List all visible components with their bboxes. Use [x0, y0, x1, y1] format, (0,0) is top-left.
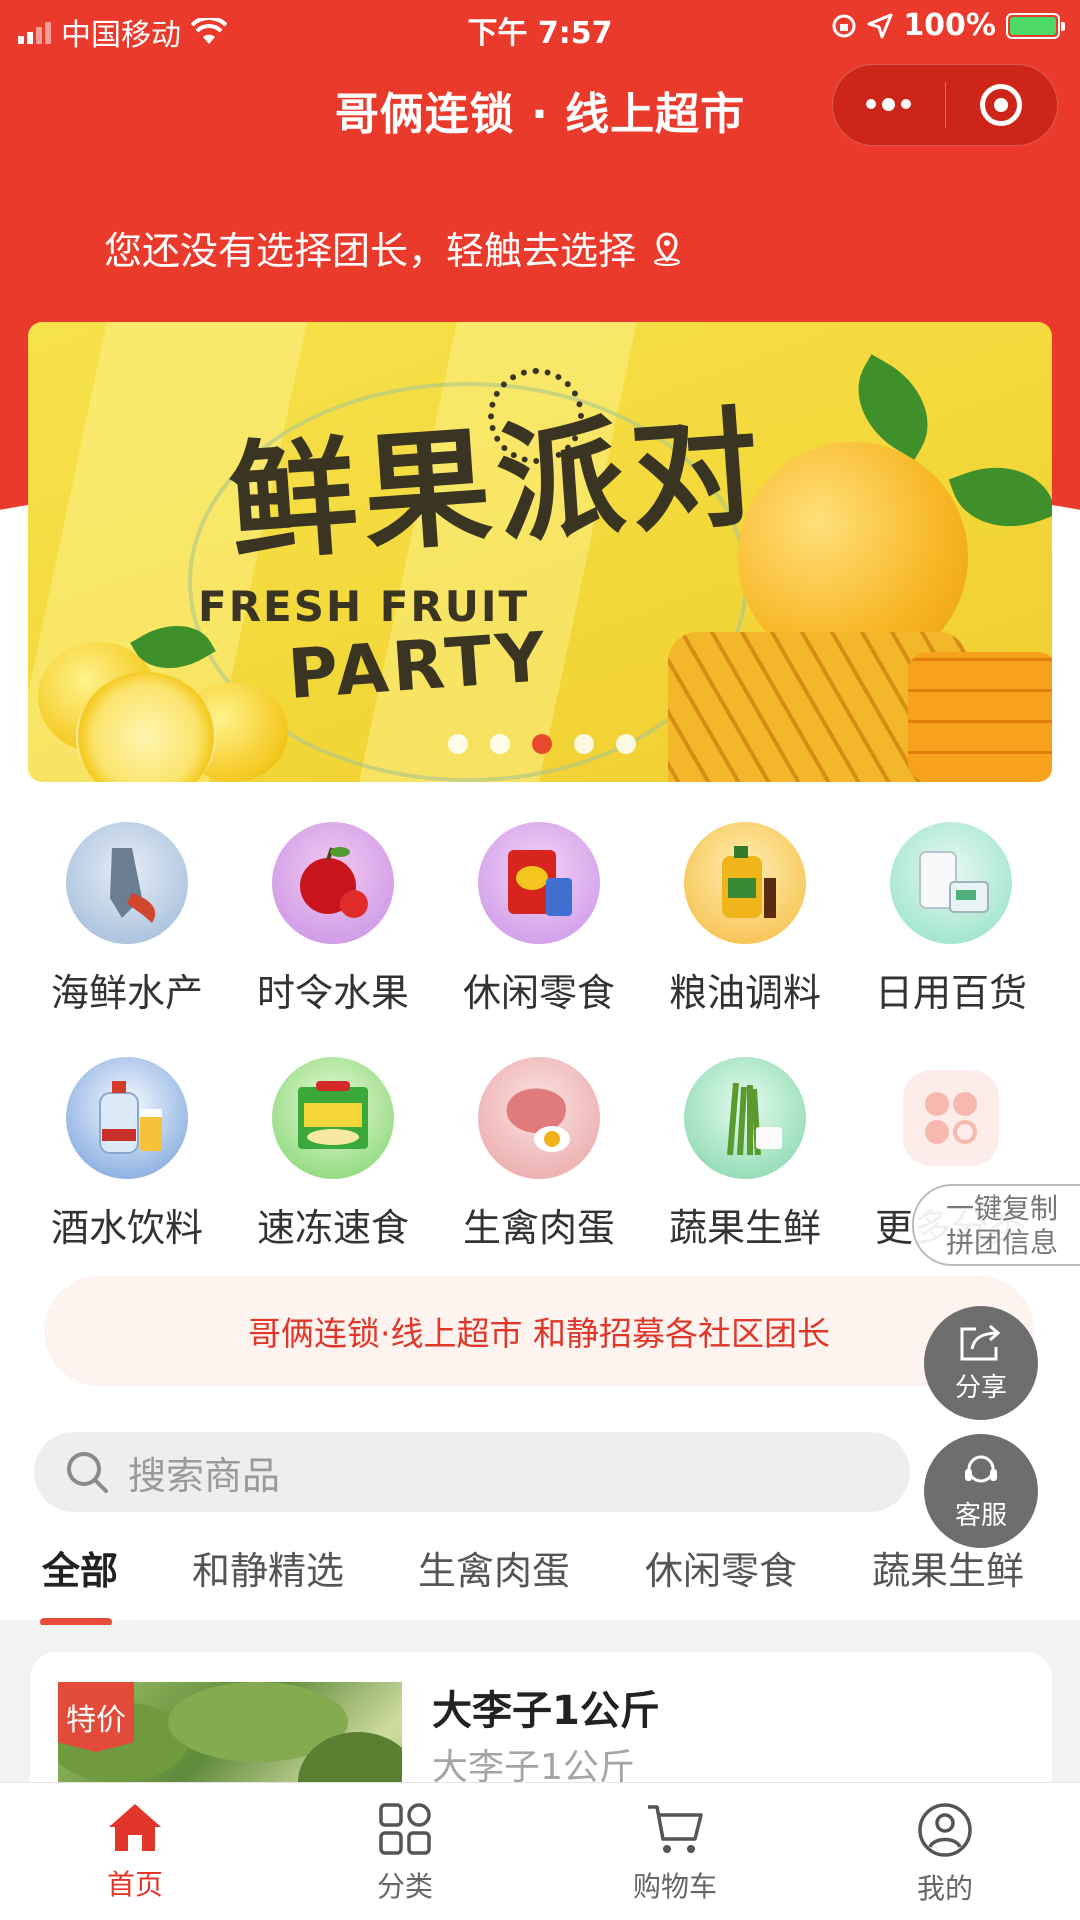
- tab-meat-egg[interactable]: 生禽肉蛋: [418, 1540, 570, 1595]
- daily-goods-icon: [890, 822, 1012, 944]
- vegetable-icon: [684, 1057, 806, 1179]
- category-label: 休闲零食: [462, 971, 615, 1015]
- headset-icon: [965, 1455, 997, 1482]
- customer-service-button[interactable]: 客服: [924, 1434, 1038, 1548]
- category-item-seafood[interactable]: 海鲜水产: [24, 822, 230, 1017]
- target-icon: [980, 84, 1023, 126]
- more-button[interactable]: [833, 64, 945, 146]
- category-item-frozen[interactable]: 速冻速食: [230, 1057, 436, 1252]
- frozen-food-icon: [272, 1057, 394, 1179]
- battery-icon: [1006, 12, 1065, 39]
- status-right: 100%: [831, 8, 1065, 43]
- indicator-dot-active[interactable]: [532, 734, 552, 754]
- banner-title: 鲜果派对: [224, 392, 770, 580]
- fruit-icon: [272, 822, 394, 944]
- tab-vegetables[interactable]: 蔬果生鲜: [872, 1540, 1024, 1595]
- tab-all[interactable]: 全部: [42, 1540, 118, 1595]
- mango-image: [908, 652, 1052, 782]
- category-tabs: 全部 和静精选 生禽肉蛋 休闲零食 蔬果生鲜: [0, 1540, 1080, 1630]
- copy-pill-line1: 一键复制: [946, 1192, 1059, 1225]
- nav-home-label: 首页: [106, 1868, 163, 1901]
- special-price-tag: 特价: [58, 1682, 134, 1752]
- grid-icon: [379, 1803, 431, 1855]
- category-label: 酒水饮料: [50, 1206, 203, 1250]
- nav-profile-label: 我的: [916, 1872, 973, 1905]
- nav-category-label: 分类: [376, 1870, 433, 1903]
- category-label: 生禽肉蛋: [462, 1206, 615, 1250]
- status-bar: 中国移动 下午 7:57 100%: [0, 0, 1080, 56]
- promo-banner[interactable]: 鲜果派对 FRESH FRUIT PARTY: [28, 322, 1052, 782]
- battery-percent: 100%: [903, 8, 996, 43]
- product-title: 大李子1公斤: [432, 1688, 660, 1734]
- rotation-lock-icon: [832, 14, 856, 37]
- indicator-dot[interactable]: [490, 734, 510, 754]
- category-item-drinks[interactable]: 酒水饮料: [24, 1057, 230, 1252]
- nav-cart[interactable]: 购物车: [540, 1783, 810, 1920]
- share-icon: [960, 1324, 1001, 1360]
- search-input[interactable]: 搜索商品: [34, 1432, 910, 1512]
- drinks-icon: [66, 1057, 188, 1179]
- category-item-vegetables[interactable]: 蔬果生鲜: [642, 1057, 848, 1252]
- category-item-meat-egg[interactable]: 生禽肉蛋: [436, 1057, 642, 1252]
- indicator-dot[interactable]: [448, 734, 468, 754]
- oil-icon: [684, 822, 806, 944]
- banner-indicator: [448, 734, 636, 754]
- category-item-snacks[interactable]: 休闲零食: [436, 822, 642, 1017]
- search-icon: [67, 1452, 108, 1493]
- user-icon: [918, 1803, 972, 1857]
- select-leader-link[interactable]: 您还没有选择团长，轻触去选择: [104, 220, 684, 275]
- recruit-notice-text: 哥俩连锁·线上超市 和静招募各社区团长: [248, 1314, 830, 1353]
- tab-selection[interactable]: 和静精选: [192, 1540, 344, 1595]
- nav-cart-label: 购物车: [632, 1870, 717, 1903]
- nav-profile[interactable]: 我的: [810, 1783, 1080, 1920]
- bottom-navigation: 首页 分类 购物车 我的: [0, 1782, 1080, 1920]
- category-label: 时令水果: [256, 971, 409, 1015]
- snack-icon: [478, 822, 600, 944]
- location-arrow-icon: [867, 13, 893, 38]
- copy-pill-line2: 拼团信息: [946, 1226, 1059, 1259]
- indicator-dot[interactable]: [574, 734, 594, 754]
- service-label: 客服: [954, 1500, 1007, 1531]
- location-pin-icon: [654, 232, 681, 266]
- nav-category[interactable]: 分类: [270, 1783, 540, 1920]
- category-item-daily-goods[interactable]: 日用百货: [848, 822, 1054, 1017]
- category-label: 速冻速食: [256, 1206, 409, 1250]
- select-leader-text: 您还没有选择团长，轻触去选择: [104, 229, 637, 273]
- meat-egg-icon: [478, 1057, 600, 1179]
- nav-home[interactable]: 首页: [0, 1783, 270, 1920]
- app-screen: 中国移动 下午 7:57 100% 哥俩连锁 · 线上超市 您还没有选择团长，轻…: [0, 0, 1080, 1920]
- share-button[interactable]: 分享: [924, 1306, 1038, 1420]
- category-item-fruit[interactable]: 时令水果: [230, 822, 436, 1017]
- mini-program-capsule: [832, 64, 1058, 146]
- category-label: 日用百货: [874, 971, 1027, 1015]
- indicator-dot[interactable]: [616, 734, 636, 754]
- category-label: 海鲜水产: [50, 971, 203, 1015]
- search-placeholder: 搜索商品: [128, 1453, 281, 1498]
- cart-icon: [648, 1805, 703, 1853]
- category-label: 粮油调料: [668, 971, 821, 1015]
- more-categories-icon: [903, 1070, 999, 1166]
- close-button[interactable]: [945, 64, 1057, 146]
- category-item-grain-oil[interactable]: 粮油调料: [642, 822, 848, 1017]
- tab-snacks[interactable]: 休闲零食: [645, 1540, 797, 1595]
- more-dots-icon: [866, 98, 912, 111]
- seafood-icon: [66, 822, 188, 944]
- category-label: 蔬果生鲜: [668, 1206, 821, 1250]
- copy-group-info-button[interactable]: 一键复制 拼团信息: [912, 1184, 1080, 1266]
- recruit-notice[interactable]: 哥俩连锁·线上超市 和静招募各社区团长: [44, 1276, 1034, 1386]
- home-icon: [109, 1804, 161, 1851]
- share-label: 分享: [954, 1372, 1007, 1403]
- category-grid: 海鲜水产 时令水果 休闲零食 粮油调料 日用百货 酒水饮料 速冻速食 生禽肉蛋 …: [24, 822, 1056, 1252]
